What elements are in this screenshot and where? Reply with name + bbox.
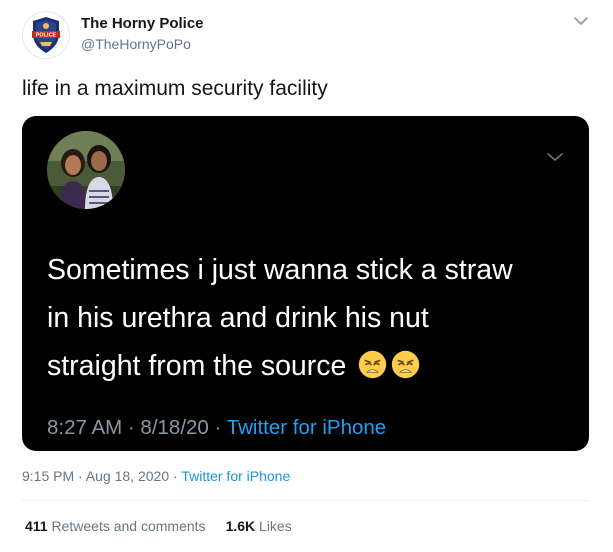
retweets-label: Retweets and comments: [51, 518, 206, 534]
tweet-timestamp[interactable]: 9:15 PM · Aug 18, 2020: [22, 468, 169, 484]
weary-face-emoji-icon: [392, 350, 420, 379]
embedded-meta-separator: ·: [208, 416, 227, 439]
tweet-meta: 9:15 PM · Aug 18, 2020 · Twitter for iPh…: [22, 468, 290, 484]
source-link[interactable]: Twitter for iPhone: [181, 468, 290, 484]
embedded-timestamp: 8:27 AM · 8/18/20: [47, 416, 209, 439]
tweet-stats: 411 Retweets and comments 1.6K Likes: [25, 518, 292, 534]
police-badge-icon: POLICE: [23, 12, 69, 58]
svg-text:POLICE: POLICE: [36, 33, 57, 39]
author-display-name[interactable]: The Horny Police: [81, 15, 204, 32]
embedded-chevron-down-icon: [547, 153, 563, 161]
tweet-text: life in a maximum security facility: [22, 77, 328, 100]
likes-stat[interactable]: 1.6K Likes: [226, 518, 292, 534]
embedded-text-line-content: straight from the source: [47, 350, 347, 382]
embedded-tweet-meta: 8:27 AM · 8/18/20 · Twitter for iPhone: [47, 416, 386, 440]
embedded-author-avatar: [47, 131, 125, 209]
embedded-text-line: Sometimes i just wanna stick a straw: [47, 254, 513, 286]
meta-separator: ·: [169, 468, 182, 484]
tweet-page: POLICE The Horny Police @TheHornyPoPo li…: [0, 0, 613, 552]
embedded-text-line: in his urethra and drink his nut: [47, 302, 429, 334]
retweets-stat[interactable]: 411 Retweets and comments: [25, 518, 206, 534]
embedded-text-line-last: straight from the source: [47, 342, 577, 390]
retweets-count: 411: [25, 518, 48, 534]
embedded-tweet-text: Sometimes i just wanna stick a straw in …: [47, 246, 577, 390]
likes-label: Likes: [259, 518, 292, 534]
profile-photo-icon: [47, 131, 125, 209]
weary-face-emoji-icon: [359, 350, 387, 379]
embedded-tweet-image[interactable]: Sometimes i just wanna stick a straw in …: [22, 116, 589, 451]
author-handle[interactable]: @TheHornyPoPo: [81, 36, 191, 52]
likes-count: 1.6K: [225, 518, 256, 534]
divider: [22, 500, 589, 501]
embedded-source-link: Twitter for iPhone: [226, 416, 387, 439]
author-avatar[interactable]: POLICE: [22, 11, 70, 59]
chevron-down-icon[interactable]: [572, 12, 590, 30]
